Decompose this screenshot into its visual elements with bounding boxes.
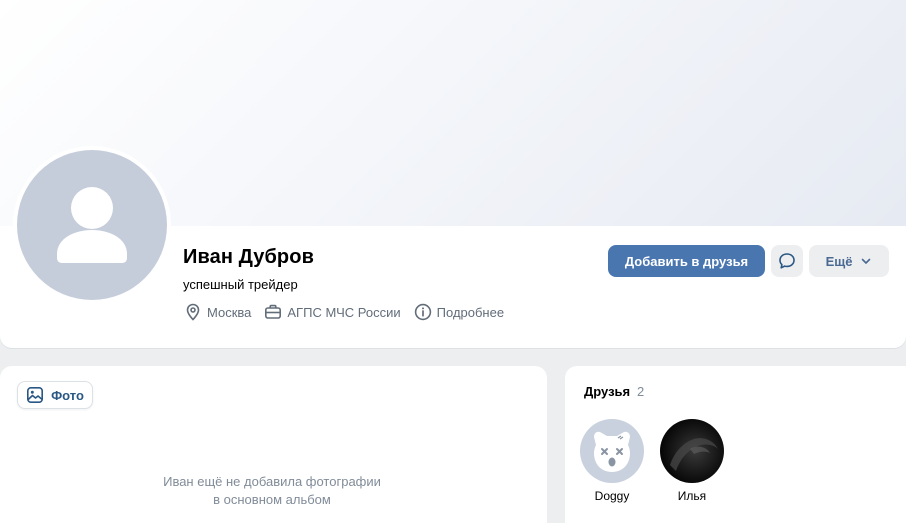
message-button[interactable] bbox=[771, 245, 803, 277]
info-more[interactable]: Подробнее bbox=[414, 303, 504, 321]
profile-name: Иван Дубров bbox=[183, 246, 314, 268]
profile-info-row: Москва АГПС МЧС России Подробнее bbox=[184, 302, 517, 322]
message-bubble-icon bbox=[779, 253, 795, 269]
friend-name: Doggy bbox=[594, 489, 630, 503]
avatar-placeholder bbox=[17, 150, 167, 300]
friend-avatar bbox=[580, 419, 644, 483]
friend-photo bbox=[660, 419, 724, 483]
friend-item[interactable]: Doggy bbox=[580, 419, 644, 503]
avatar[interactable] bbox=[13, 146, 171, 304]
photos-empty-line-2: в основном альбом bbox=[213, 492, 331, 507]
user-silhouette-icon bbox=[57, 187, 127, 263]
chevron-down-icon bbox=[862, 258, 871, 264]
more-button[interactable]: Ещё bbox=[809, 245, 889, 277]
work-label: АГПС МЧС России bbox=[287, 304, 401, 320]
info-city[interactable]: Москва bbox=[184, 303, 251, 321]
location-pin-icon bbox=[186, 303, 200, 321]
friends-count: 2 bbox=[637, 384, 645, 399]
more-button-label: Ещё bbox=[825, 253, 853, 269]
friend-avatar bbox=[660, 419, 724, 483]
profile-status: успешный трейдер bbox=[183, 277, 298, 292]
photos-tab-label: Фото bbox=[51, 387, 84, 403]
friend-item[interactable]: Илья bbox=[660, 419, 724, 503]
friends-title[interactable]: Друзья bbox=[584, 384, 630, 399]
add-friend-button[interactable]: Добавить в друзья bbox=[608, 245, 765, 277]
image-icon bbox=[27, 386, 44, 403]
photos-empty-line-1: Иван ещё не добавила фотографии bbox=[163, 474, 381, 489]
info-work[interactable]: АГПС МЧС России bbox=[264, 303, 401, 321]
deactivated-dog-icon bbox=[580, 419, 644, 483]
briefcase-icon bbox=[265, 304, 282, 319]
photos-tab[interactable]: Фото bbox=[17, 381, 93, 409]
friend-name: Илья bbox=[677, 489, 707, 503]
more-info-label: Подробнее bbox=[436, 304, 505, 320]
info-icon bbox=[414, 303, 431, 321]
city-label: Москва bbox=[207, 304, 252, 320]
photos-empty-message: Иван ещё не добавила фотографии в основн… bbox=[147, 473, 397, 509]
